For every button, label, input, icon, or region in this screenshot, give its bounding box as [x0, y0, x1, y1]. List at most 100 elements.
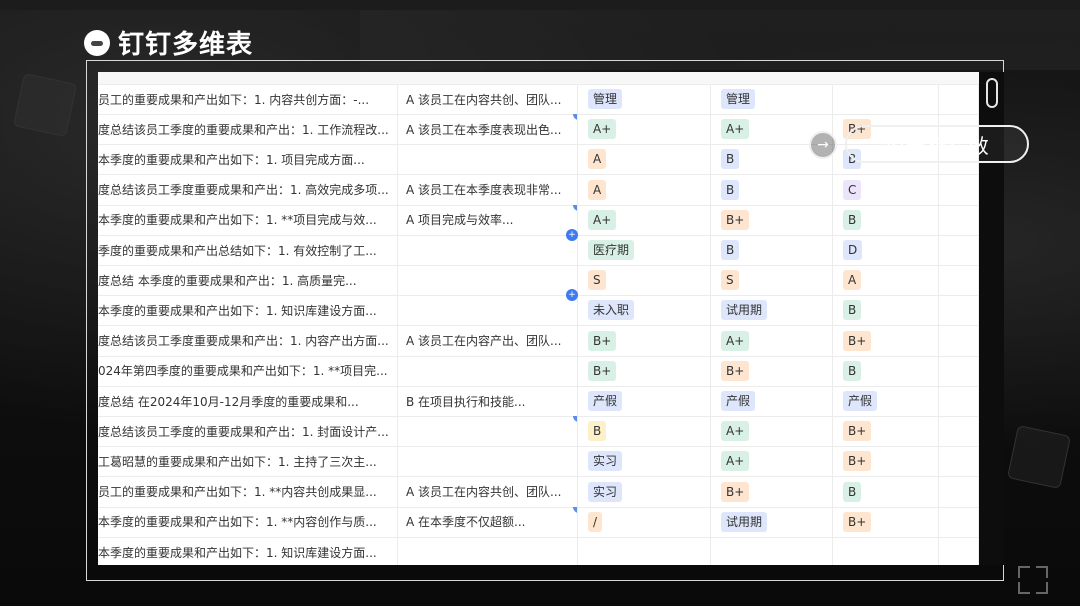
grade-cell-q1[interactable]: A+ — [578, 114, 711, 145]
grade-cell-q1[interactable]: B — [578, 416, 711, 447]
summary-cell[interactable]: 度总结该员工季度的重要成果和产出：1. 工作流程改... — [98, 114, 398, 145]
grade-cell-q1[interactable]: B+ — [578, 355, 711, 386]
evaluation-cell[interactable] — [398, 235, 578, 265]
summary-cell[interactable]: 本季度的重要成果和产出如下：1. 项目完成方面... — [98, 144, 398, 175]
table-row[interactable]: 度总结该员工季度重要成果和产出：1. 高效完成多项... A 该员工在本季度表现非… — [98, 174, 979, 206]
evaluation-cell[interactable]: A 该员工在本季度表现出色... — [398, 114, 578, 145]
grade-tag: B — [721, 149, 740, 170]
evaluation-cell[interactable]: A 该员工在内容共创、团队... — [398, 476, 578, 507]
grade-cell-q2[interactable]: B+ — [711, 204, 833, 235]
grade-cell-q1[interactable]: 实习 — [578, 476, 711, 507]
grade-cell-q1[interactable]: A+ — [578, 204, 711, 235]
grade-cell-q1[interactable] — [578, 537, 711, 565]
table-row[interactable]: 本季度的重要成果和产出如下：1. **项目完成与效... A 项目完成与效率...… — [98, 204, 979, 236]
evaluation-cell[interactable] — [398, 537, 578, 565]
table-row[interactable]: 员工的重要成果和产出如下：1. **内容共创成果显... A 该员工在内容共创、团… — [98, 476, 979, 508]
ai-analyze-performance-button[interactable]: AI分析绩效 — [845, 125, 1029, 163]
table-row[interactable]: 工葛昭慧的重要成果和产出如下：1. 主持了三次主... 实习 A+ B+ — [98, 446, 979, 478]
evaluation-cell[interactable] — [398, 144, 578, 175]
grade-cell-q1[interactable]: / — [578, 506, 711, 537]
grade-cell-q3[interactable]: B — [833, 295, 939, 326]
grade-cell-q3[interactable]: D — [833, 235, 939, 265]
grade-cell-q2[interactable]: B — [711, 174, 833, 205]
table-row[interactable]: 024年第四季度的重要成果和产出如下：1. **项目完... B+ B+ B — [98, 355, 979, 387]
grade-cell-q3[interactable]: B+ — [833, 416, 939, 447]
grade-cell-q3[interactable]: B — [833, 204, 939, 235]
table-row[interactable]: 本季度的重要成果和产出如下：1. 知识库建设方面... 未入职 试用期 B + — [98, 289, 979, 327]
table-row[interactable]: 度总结该员工季度重要成果和产出：1. 内容产出方面... A 该员工在内容产出、团… — [98, 325, 979, 357]
grade-cell-q1[interactable]: 管理 — [578, 84, 711, 114]
summary-cell[interactable]: 季度的重要成果和产出总结如下：1. 有效控制了工... — [98, 235, 398, 265]
evaluation-cell[interactable] — [398, 265, 578, 296]
empty-cell — [939, 265, 979, 296]
table-row[interactable]: 本季度的重要成果和产出如下：1. 知识库建设方面... — [98, 537, 979, 565]
summary-cell[interactable]: 本季度的重要成果和产出如下：1. **内容创作与质... — [98, 506, 398, 537]
evaluation-cell[interactable] — [398, 295, 578, 326]
arrow-right-circle-icon[interactable]: → — [809, 131, 837, 159]
summary-cell[interactable]: 本季度的重要成果和产出如下：1. **项目完成与效... — [98, 204, 398, 235]
summary-cell[interactable]: 度总结该员工季度的重要成果和产出：1. 封面设计产... — [98, 416, 398, 447]
grade-cell-q1[interactable]: A — [578, 144, 711, 175]
table-row[interactable]: 季度的重要成果和产出总结如下：1. 有效控制了工... 医疗期 B D + — [98, 229, 979, 266]
grade-cell-q2[interactable]: 试用期 — [711, 506, 833, 537]
grade-cell-q2[interactable] — [711, 537, 833, 565]
summary-text: 024年第四季度的重要成果和产出如下：1. **项目完... — [98, 364, 388, 379]
table-row[interactable]: 度总结 在2024年10月-12月季度的重要成果和... B 在项目执行和技能..… — [98, 386, 979, 417]
table-row[interactable]: 度总结该员工季度的重要成果和产出：1. 封面设计产... B A+ B+ — [98, 416, 979, 448]
grade-cell-q3[interactable] — [833, 537, 939, 565]
grade-cell-q1[interactable]: B+ — [578, 325, 711, 356]
summary-text: 本季度的重要成果和产出如下：1. 知识库建设方面... — [98, 545, 377, 560]
grade-cell-q3[interactable]: B — [833, 355, 939, 386]
empty-cell — [939, 84, 979, 114]
summary-cell[interactable]: 度总结 在2024年10月-12月季度的重要成果和... — [98, 386, 398, 416]
summary-cell[interactable]: 工葛昭慧的重要成果和产出如下：1. 主持了三次主... — [98, 446, 398, 477]
summary-cell[interactable]: 024年第四季度的重要成果和产出如下：1. **项目完... — [98, 355, 398, 386]
grade-cell-q2[interactable]: A+ — [711, 325, 833, 356]
grade-cell-q2[interactable]: A+ — [711, 446, 833, 477]
grade-cell-q2[interactable]: A+ — [711, 416, 833, 447]
grade-cell-q1[interactable]: 医疗期 — [578, 235, 711, 265]
summary-cell[interactable]: 员工的重要成果和产出如下：1. 内容共创方面：-... — [98, 84, 398, 114]
table-row[interactable]: 员工的重要成果和产出如下：1. 内容共创方面：-... A 该员工在内容共创、团队… — [98, 84, 979, 115]
summary-cell[interactable]: 本季度的重要成果和产出如下：1. 知识库建设方面... — [98, 295, 398, 326]
evaluation-cell[interactable]: A 在本季度不仅超额... — [398, 506, 578, 537]
evaluation-cell[interactable]: A 该员工在内容共创、团队... — [398, 84, 578, 114]
grade-cell-q2[interactable]: S — [711, 265, 833, 296]
grade-cell-q2[interactable]: B — [711, 235, 833, 265]
grade-cell-q2[interactable]: 产假 — [711, 386, 833, 416]
table-row[interactable]: 度总结 本季度的重要成果和产出：1. 高质量完... S S A — [98, 265, 979, 297]
grade-cell-q2[interactable]: 管理 — [711, 84, 833, 114]
add-icon[interactable]: + — [566, 229, 578, 241]
summary-cell[interactable]: 本季度的重要成果和产出如下：1. 知识库建设方面... — [98, 537, 398, 565]
grade-cell-q3[interactable]: 产假 — [833, 386, 939, 416]
evaluation-cell[interactable]: B 在项目执行和技能... — [398, 386, 578, 416]
scrollbar-handle[interactable] — [986, 78, 998, 108]
evaluation-cell[interactable] — [398, 416, 578, 447]
grade-cell-q3[interactable]: C — [833, 174, 939, 205]
evaluation-cell[interactable]: A 项目完成与效率... — [398, 204, 578, 235]
evaluation-cell[interactable]: A 该员工在本季度表现非常... — [398, 174, 578, 205]
summary-cell[interactable]: 度总结 本季度的重要成果和产出：1. 高质量完... — [98, 265, 398, 296]
summary-cell[interactable]: 度总结该员工季度重要成果和产出：1. 高效完成多项... — [98, 174, 398, 205]
grade-cell-q1[interactable]: A — [578, 174, 711, 205]
summary-cell[interactable]: 员工的重要成果和产出如下：1. **内容共创成果显... — [98, 476, 398, 507]
grade-cell-q2[interactable]: B+ — [711, 476, 833, 507]
grade-cell-q3[interactable] — [833, 84, 939, 114]
grade-cell-q3[interactable]: B+ — [833, 506, 939, 537]
grade-cell-q3[interactable]: B+ — [833, 446, 939, 477]
evaluation-cell[interactable] — [398, 446, 578, 477]
grade-cell-q3[interactable]: A — [833, 265, 939, 296]
grade-cell-q2[interactable]: B+ — [711, 355, 833, 386]
grade-cell-q1[interactable]: 实习 — [578, 446, 711, 477]
grade-cell-q2[interactable]: 试用期 — [711, 295, 833, 326]
grade-cell-q3[interactable]: B — [833, 476, 939, 507]
grade-cell-q1[interactable]: 未入职 — [578, 295, 711, 326]
grade-cell-q3[interactable]: B+ — [833, 325, 939, 356]
evaluation-text: A 该员工在内容共创、团队... — [406, 485, 562, 500]
evaluation-cell[interactable] — [398, 355, 578, 386]
table-row[interactable]: 本季度的重要成果和产出如下：1. **内容创作与质... A 在本季度不仅超额..… — [98, 506, 979, 538]
summary-cell[interactable]: 度总结该员工季度重要成果和产出：1. 内容产出方面... — [98, 325, 398, 356]
evaluation-cell[interactable]: A 该员工在内容产出、团队... — [398, 325, 578, 356]
grade-cell-q1[interactable]: 产假 — [578, 386, 711, 416]
grade-cell-q1[interactable]: S — [578, 265, 711, 296]
